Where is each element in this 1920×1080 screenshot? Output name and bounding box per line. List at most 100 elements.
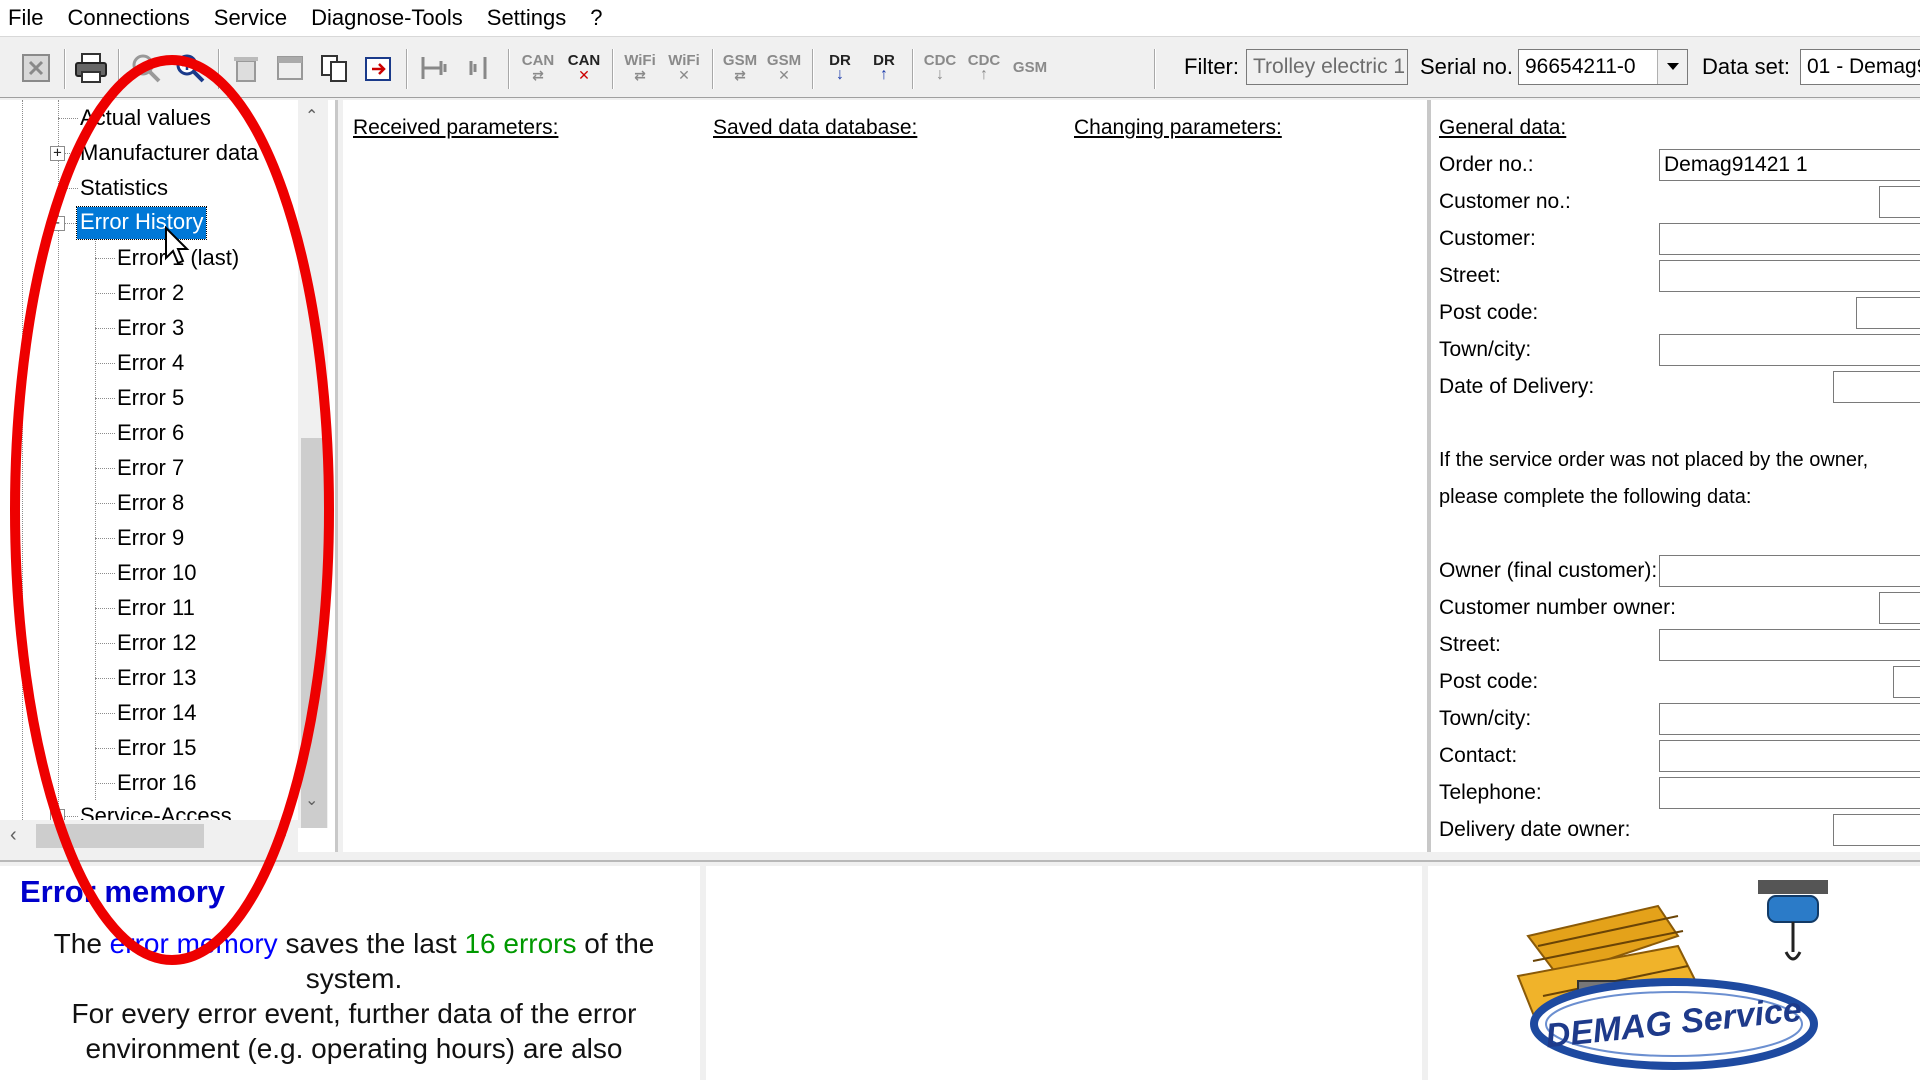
gsm-icon[interactable]: GSM [1010,49,1050,87]
telephone-label: Telephone: [1439,781,1542,804]
tree-item-actual-values[interactable]: Actual values [77,103,214,135]
tree-vertical-scroll-thumb[interactable] [301,438,327,828]
serial-label: Serial no. [1420,54,1513,79]
contact-field[interactable] [1659,740,1920,772]
town-label: Town/city: [1439,338,1532,361]
telephone-field[interactable] [1659,777,1920,809]
owner-note-line-1: If the service order was not placed by t… [1439,449,1869,471]
post-code-field[interactable] [1856,297,1920,329]
chevron-down-icon[interactable] [1657,50,1687,84]
error-count-highlight: 16 errors [464,928,577,959]
order-no-field[interactable]: Demag91421 1 [1659,149,1920,181]
toolbar: CAN ⇄ CAN ✕ WiFi ⇄ WiFi ✕ GSM ⇄ GSM ✕ DR ↓ DR ↑ … [0,36,1920,98]
error-memory-link[interactable]: error memory [110,928,278,959]
tree-view: + - + Actual values Manufacturer data St… [0,100,338,852]
owner-street-field[interactable] [1659,629,1920,661]
print-icon[interactable] [72,49,110,87]
close-document-icon[interactable] [18,49,54,87]
logo-panel: DEMAG Service [1428,866,1920,1080]
wifi-connect-icon[interactable]: WiFi ⇄ [620,49,660,87]
general-data-panel: General data: Order no.: Demag91421 1 Cu… [1430,100,1920,852]
gsm-disconnect-icon[interactable]: GSM ✕ [764,49,804,87]
owner-number-field[interactable] [1879,592,1920,624]
export-icon[interactable] [360,49,396,87]
zoom-in-icon[interactable] [172,49,208,87]
tree-item-error-6[interactable]: Error 6 [114,418,187,450]
filter-field[interactable]: Trolley electric 1 [1246,49,1408,85]
expand-manufacturer-data-icon[interactable]: + [50,146,65,161]
info-panel [706,866,1422,1080]
cdc-download-icon[interactable]: CDC ↓ [922,49,958,87]
tree-item-manufacturer-data[interactable]: Manufacturer data [77,138,262,170]
serial-number-select[interactable]: 96654211-0 [1518,49,1688,85]
dr-upload-icon[interactable]: DR ↑ [866,49,902,87]
tree-item-error-14[interactable]: Error 14 [114,698,199,730]
tree-item-error-8[interactable]: Error 8 [114,488,187,520]
menu-settings[interactable]: Settings [477,0,581,36]
tree-item-error-7[interactable]: Error 7 [114,453,187,485]
order-no-label: Order no.: [1439,153,1534,176]
owner-town-field[interactable] [1659,703,1920,735]
delivery-date-label: Date of Delivery: [1439,375,1595,398]
menu-file[interactable]: File [0,0,57,36]
menu-help[interactable]: ? [580,0,616,36]
customer-no-field[interactable] [1879,186,1920,218]
can-connect-icon[interactable]: CAN ⇄ [518,49,558,87]
changing-parameters-heading: Changing parameters: [1074,116,1282,139]
window-icon[interactable] [272,49,308,87]
copy-icon[interactable] [316,49,352,87]
general-data-heading: General data: [1439,116,1567,139]
menu-bar: File Connections Service Diagnose-Tools … [0,0,1920,36]
street-field[interactable] [1659,260,1920,292]
scroll-up-icon[interactable]: ⌃ [305,106,318,126]
saved-data-heading: Saved data database: [713,116,918,139]
zoom-out-icon[interactable] [128,49,164,87]
owner-delivery-date-label: Delivery date owner: [1439,818,1631,841]
owner-post-code-field[interactable] [1893,666,1920,698]
tree-horizontal-scroll-thumb[interactable] [36,824,204,848]
owner-number-label: Customer number owner: [1439,596,1676,619]
contact-label: Contact: [1439,744,1518,767]
delivery-date-field[interactable] [1833,371,1920,403]
scroll-left-icon[interactable]: ‹ [10,824,17,847]
delete-icon[interactable] [228,49,264,87]
demag-service-logo: DEMAG Service [1516,880,1828,1070]
tree-item-error-9[interactable]: Error 9 [114,523,187,555]
tree-item-error-10[interactable]: Error 10 [114,558,199,590]
tree-item-error-15[interactable]: Error 15 [114,733,199,765]
filter-label: Filter: [1184,54,1239,79]
saved-data-panel: Saved data database: [703,100,1069,852]
customer-field[interactable] [1659,223,1920,255]
tree-item-error-4[interactable]: Error 4 [114,348,187,380]
gsm-connect-icon[interactable]: GSM ⇄ [720,49,760,87]
wifi-disconnect-icon[interactable]: WiFi ✕ [664,49,704,87]
menu-connections[interactable]: Connections [57,0,203,36]
tree-item-statistics[interactable]: Statistics [77,173,171,205]
data-set-select[interactable]: 01 - Demag9 [1800,49,1920,85]
tree-item-error-2[interactable]: Error 2 [114,278,187,310]
menu-service[interactable]: Service [204,0,301,36]
street-label: Street: [1439,264,1501,287]
owner-field[interactable] [1659,555,1920,587]
tree-item-error-16[interactable]: Error 16 [114,768,199,800]
collapse-error-history-icon[interactable]: - [50,216,65,231]
tree-item-error-5[interactable]: Error 5 [114,383,187,415]
scroll-right-icon[interactable]: › [280,824,287,847]
tree-item-error-12[interactable]: Error 12 [114,628,199,660]
customer-label: Customer: [1439,227,1536,250]
menu-diagnose-tools[interactable]: Diagnose-Tools [301,0,477,36]
connect-icon[interactable] [416,49,452,87]
cdc-upload-icon[interactable]: CDC ↑ [966,49,1002,87]
dr-download-icon[interactable]: DR ↓ [822,49,858,87]
disconnect-icon[interactable] [460,49,496,87]
mouse-cursor-icon [165,226,190,265]
tree-item-error-11[interactable]: Error 11 [114,593,198,625]
scroll-down-icon[interactable]: ⌄ [305,790,318,810]
owner-delivery-date-field[interactable] [1833,814,1920,846]
received-parameters-panel: Received parameters: [343,100,708,852]
tree-item-error-3[interactable]: Error 3 [114,313,187,345]
tree-item-error-13[interactable]: Error 13 [114,663,199,695]
can-disconnect-icon[interactable]: CAN ✕ [564,49,604,87]
owner-post-code-label: Post code: [1439,670,1539,693]
town-field[interactable] [1659,334,1920,366]
